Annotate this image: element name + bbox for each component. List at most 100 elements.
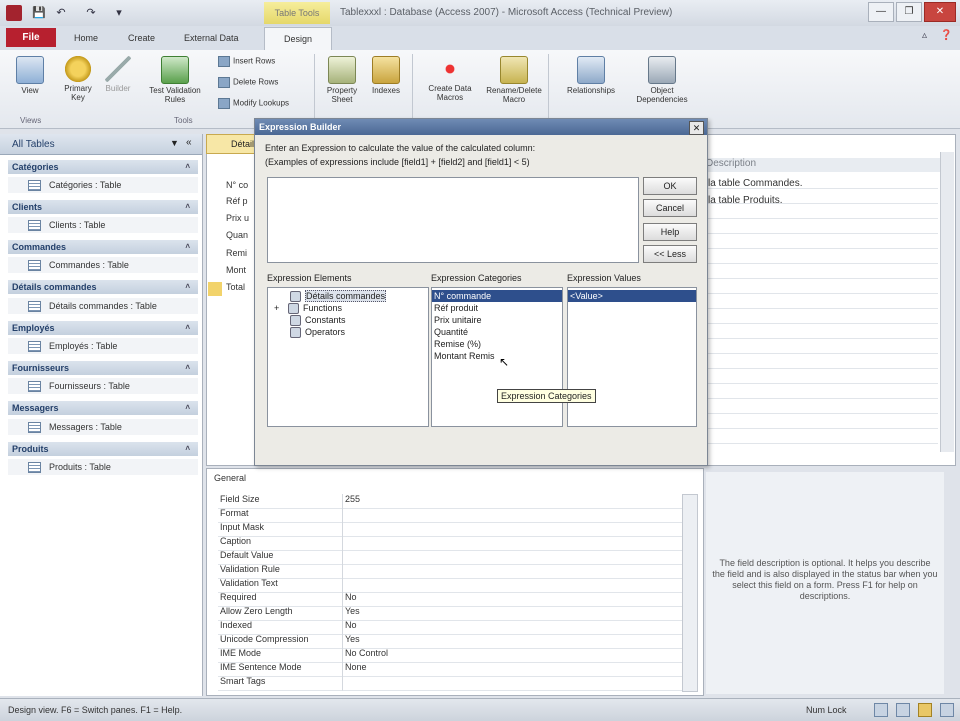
tab-external-data[interactable]: External Data	[184, 33, 239, 43]
restore-button[interactable]: ❐	[896, 2, 922, 22]
shutter-bar-icon[interactable]: «	[186, 137, 192, 148]
property-value[interactable]: None	[342, 662, 683, 677]
property-value[interactable]	[342, 522, 683, 537]
indexes-button[interactable]: Indexes	[366, 56, 406, 95]
rename-delete-macro-button[interactable]: Rename/Delete Macro	[484, 56, 544, 104]
nav-group-details-commandes[interactable]: Détails commandes ˄	[8, 280, 198, 294]
minimize-button[interactable]: —	[868, 2, 894, 22]
property-value[interactable]: No	[342, 620, 683, 635]
expand-plus-icon[interactable]: +	[274, 302, 282, 314]
tab-create[interactable]: Create	[128, 33, 155, 43]
modify-lookups-button[interactable]: Modify Lookups	[218, 98, 289, 109]
pivot-view-icon[interactable]	[896, 703, 910, 717]
customize-toolbar-icon[interactable]: ▾	[112, 6, 126, 20]
less-button[interactable]: << Less	[643, 245, 697, 263]
nav-group-employes[interactable]: Employés ˄	[8, 321, 198, 335]
nav-item-produits-table[interactable]: Produits : Table	[8, 459, 198, 475]
value-item[interactable]: <Value>	[568, 290, 696, 302]
property-sheet-button[interactable]: Property Sheet	[320, 56, 364, 104]
field-description[interactable]: la table Commandes.	[708, 178, 803, 189]
expression-values-list[interactable]: <Value>	[567, 287, 697, 427]
nav-item-commandes-table[interactable]: Commandes : Table	[8, 257, 198, 273]
category-item[interactable]: Réf produit	[432, 302, 562, 314]
category-item[interactable]: Quantité	[432, 326, 562, 338]
property-value[interactable]: 255	[342, 494, 683, 509]
tree-item-constants[interactable]: Constants	[268, 314, 428, 327]
builder-button[interactable]: Builder	[100, 56, 136, 93]
create-data-macros-button[interactable]: Create Data Macros	[418, 56, 482, 102]
tab-home[interactable]: Home	[74, 33, 98, 43]
nav-group-fournisseurs[interactable]: Fournisseurs ˄	[8, 361, 198, 375]
nav-item-details-commandes-table[interactable]: Détails commandes : Table	[8, 298, 198, 314]
tree-item-functions[interactable]: + Functions	[268, 302, 428, 315]
property-value[interactable]	[342, 578, 683, 593]
nav-item-fournisseurs-table[interactable]: Fournisseurs : Table	[8, 378, 198, 394]
property-value[interactable]: Yes	[342, 606, 683, 621]
view-button[interactable]: View	[10, 56, 50, 95]
expression-categories-list[interactable]: N° commande Réf produit Prix unitaire Qu…	[431, 287, 563, 427]
create-data-macros-label: Create Data Macros	[428, 84, 472, 102]
help-icon[interactable]: ❓	[940, 30, 952, 41]
property-value[interactable]	[342, 508, 683, 523]
property-value[interactable]: No Control	[342, 648, 683, 663]
property-value[interactable]	[342, 564, 683, 579]
properties-scrollbar[interactable]	[682, 494, 698, 692]
nav-group-categories[interactable]: Catégories ˄	[8, 160, 198, 174]
nav-item-messagers-table[interactable]: Messagers : Table	[8, 419, 198, 435]
category-item[interactable]: Prix unitaire	[432, 314, 562, 326]
dialog-title-bar[interactable]: Expression Builder	[255, 119, 707, 135]
delete-rows-button[interactable]: Delete Rows	[218, 77, 278, 88]
nav-item-employes-table[interactable]: Employés : Table	[8, 338, 198, 354]
tree-item-details-commandes[interactable]: Détails commandes	[268, 290, 428, 303]
cancel-button[interactable]: Cancel	[643, 199, 697, 217]
property-value[interactable]: Yes	[342, 634, 683, 649]
pivot-chart-view-icon[interactable]	[940, 703, 954, 717]
operators-icon	[290, 327, 301, 339]
property-value[interactable]	[342, 676, 683, 691]
ribbon-separator	[412, 54, 413, 124]
save-icon[interactable]: 💾	[32, 6, 46, 20]
help-button[interactable]: Help	[643, 223, 697, 241]
category-item[interactable]: N° commande	[432, 290, 562, 302]
tab-file[interactable]: File	[6, 28, 56, 47]
redo-icon[interactable]: ↷	[84, 6, 98, 20]
tree-item-operators[interactable]: Operators	[268, 326, 428, 339]
functions-icon	[288, 303, 299, 315]
dialog-close-button[interactable]: ✕	[689, 121, 704, 135]
nav-group-produits[interactable]: Produits ˄	[8, 442, 198, 456]
expression-input[interactable]	[267, 177, 639, 263]
tab-general[interactable]: General	[214, 473, 258, 487]
minimize-ribbon-icon[interactable]: ▵	[922, 30, 927, 41]
object-dependencies-button[interactable]: Object Dependencies	[630, 56, 694, 104]
property-value[interactable]	[342, 536, 683, 551]
expression-elements-list[interactable]: Détails commandes + Functions Constants O…	[267, 287, 429, 427]
datasheet-view-icon[interactable]	[874, 703, 888, 717]
row-selector-current[interactable]	[208, 282, 222, 296]
test-validation-rules-button[interactable]: Test Validation Rules	[138, 56, 212, 104]
tab-design[interactable]: Design	[264, 27, 332, 51]
close-button[interactable]: ✕	[924, 2, 956, 22]
design-view-icon[interactable]	[918, 703, 932, 717]
nav-menu-chevron-icon[interactable]: ▼	[170, 138, 179, 148]
category-item[interactable]: Montant Remis	[432, 350, 562, 362]
object-dependencies-label: Object Dependencies	[636, 86, 688, 104]
property-value[interactable]	[342, 550, 683, 565]
nav-group-commandes[interactable]: Commandes ˄	[8, 240, 198, 254]
nav-header[interactable]: All Tables ▼ «	[0, 134, 202, 155]
primary-key-button[interactable]: Primary Key	[58, 56, 98, 102]
nav-item-label: Détails commandes : Table	[49, 301, 157, 311]
relationships-button[interactable]: Relationships	[554, 56, 628, 95]
nav-item-label: Fournisseurs : Table	[49, 381, 130, 391]
vertical-scrollbar[interactable]	[940, 152, 954, 452]
table-icon	[28, 381, 41, 393]
nav-item-categories-table[interactable]: Catégories : Table	[8, 177, 198, 193]
property-value[interactable]: No	[342, 592, 683, 607]
undo-icon[interactable]: ↶	[54, 6, 68, 20]
category-item[interactable]: Remise (%)	[432, 338, 562, 350]
insert-rows-button[interactable]: Insert Rows	[218, 56, 275, 67]
field-description[interactable]: la table Produits.	[708, 195, 783, 206]
nav-group-messagers[interactable]: Messagers ˄	[8, 401, 198, 415]
nav-group-clients[interactable]: Clients ˄	[8, 200, 198, 214]
nav-item-clients-table[interactable]: Clients : Table	[8, 217, 198, 233]
ok-button[interactable]: OK	[643, 177, 697, 195]
